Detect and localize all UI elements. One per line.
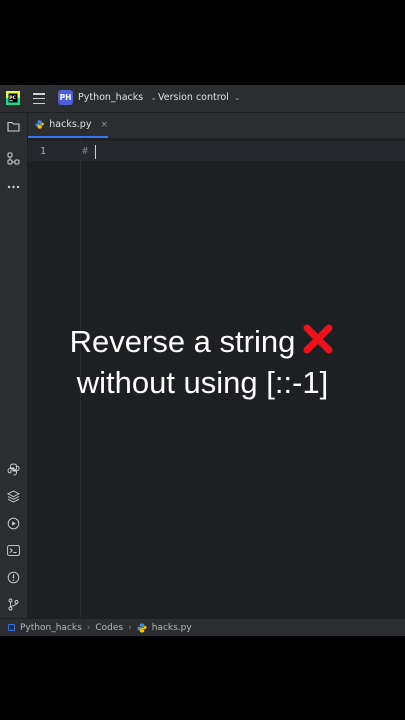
tab-hacks-py[interactable]: hacks.py × — [28, 113, 108, 138]
caption-line-1: Reverse a string — [0, 322, 405, 361]
terminal-icon[interactable] — [6, 543, 21, 558]
python-packages-icon[interactable] — [6, 462, 21, 477]
layers-icon[interactable] — [6, 489, 21, 504]
project-badge: PH — [58, 90, 73, 105]
caption-text-1: Reverse a string — [69, 324, 296, 359]
git-branch-icon[interactable] — [6, 597, 21, 612]
status-bar: Python_hacks › Codes › hacks.py — [0, 618, 405, 636]
breadcrumb-folder[interactable]: Codes — [95, 623, 123, 633]
run-icon[interactable] — [6, 516, 21, 531]
editor-tab-bar: hacks.py × — [28, 113, 405, 139]
breadcrumb-separator: › — [128, 622, 132, 633]
project-folder-icon[interactable] — [6, 119, 21, 134]
python-file-icon — [35, 120, 44, 129]
line-number: 1 — [40, 146, 47, 157]
project-square-icon — [8, 624, 15, 631]
close-icon[interactable]: × — [100, 120, 108, 130]
project-name: Python_hacks — [78, 92, 144, 103]
breadcrumb-project[interactable]: Python_hacks — [20, 623, 82, 633]
pycharm-logo-icon[interactable]: PC — [6, 91, 20, 105]
svg-text:PC: PC — [9, 95, 16, 101]
problems-icon[interactable] — [6, 570, 21, 585]
more-tools-icon[interactable] — [6, 179, 21, 194]
chevron-down-icon: ⌄ — [150, 93, 157, 102]
version-control-label: Version control — [158, 92, 229, 103]
structure-icon[interactable] — [6, 151, 21, 166]
version-control-menu[interactable]: Version control ⌄ — [158, 92, 241, 103]
main-menu-icon[interactable] — [33, 93, 45, 105]
project-switcher[interactable]: PH Python_hacks ⌄ — [58, 90, 157, 105]
title-bar: PC PH Python_hacks ⌄ Version control ⌄ — [0, 85, 405, 113]
breadcrumb-separator: › — [86, 622, 91, 633]
red-cross-icon — [303, 324, 333, 354]
chevron-down-icon: ⌄ — [233, 93, 241, 102]
tab-label: hacks.py — [49, 119, 92, 130]
caption-line-2: without using [::-1] — [76, 365, 329, 400]
text-caret — [95, 145, 96, 159]
python-file-icon — [137, 622, 147, 633]
breadcrumb-file[interactable]: hacks.py — [152, 623, 192, 633]
code-line[interactable]: # — [82, 146, 88, 157]
